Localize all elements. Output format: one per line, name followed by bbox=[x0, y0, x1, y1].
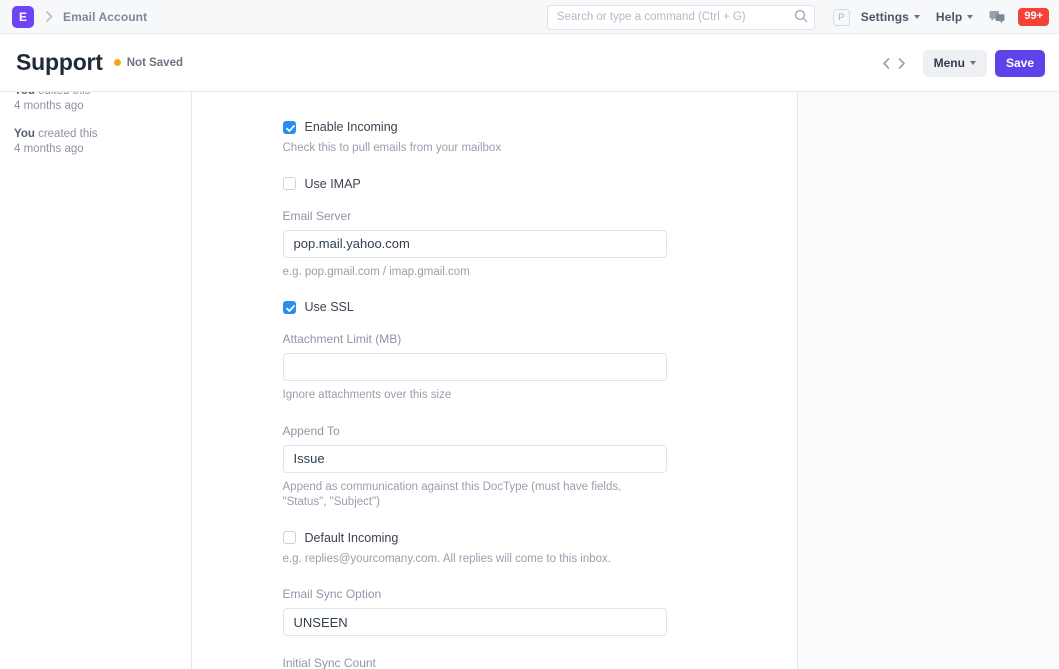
navbar-right-group: P Settings Help 99+ bbox=[546, 0, 1049, 34]
use-ssl-checkbox[interactable] bbox=[282, 300, 296, 314]
timeline-actor: You bbox=[14, 128, 35, 141]
email-server-help: e.g. pop.gmail.com / imap.gmail.com bbox=[282, 265, 470, 278]
field-use-imap: Use IMAP bbox=[282, 177, 667, 191]
help-menu[interactable]: Help bbox=[935, 10, 974, 24]
chat-icon[interactable] bbox=[989, 10, 1005, 25]
timeline-action: created this bbox=[34, 128, 98, 141]
timeline-item: You edited this 4 months ago bbox=[14, 92, 177, 113]
use-imap-checkbox[interactable] bbox=[282, 177, 296, 191]
field-use-ssl: Use SSL bbox=[282, 300, 667, 314]
enable-incoming-checkbox[interactable] bbox=[282, 120, 296, 134]
default-incoming-checkbox[interactable] bbox=[282, 531, 296, 545]
field-email-sync-option: Email Sync Option bbox=[282, 587, 667, 637]
sidebar: You edited this 4 months ago You created… bbox=[0, 92, 192, 669]
page-body: You edited this 4 months ago You created… bbox=[0, 92, 1059, 669]
main-content: Enable Incoming Check this to pull email… bbox=[192, 92, 798, 669]
attachment-limit-input[interactable] bbox=[282, 353, 667, 382]
use-imap-checkbox-row[interactable]: Use IMAP bbox=[282, 177, 667, 191]
use-imap-label[interactable]: Use IMAP bbox=[305, 177, 361, 191]
search-box bbox=[546, 4, 815, 30]
email-sync-option-input[interactable] bbox=[282, 608, 667, 637]
append-to-input[interactable] bbox=[282, 444, 667, 473]
email-account-form: Enable Incoming Check this to pull email… bbox=[282, 92, 667, 669]
notification-badge[interactable]: 99+ bbox=[1018, 8, 1049, 26]
menu-button-label: Menu bbox=[933, 56, 965, 70]
menu-button[interactable]: Menu bbox=[922, 49, 987, 77]
field-enable-incoming: Enable Incoming Check this to pull email… bbox=[282, 120, 667, 157]
help-label: Help bbox=[935, 10, 963, 24]
field-email-server: Email Server e.g. pop.gmail.com / imap.g… bbox=[282, 208, 667, 281]
append-to-label: Append To bbox=[282, 423, 340, 438]
default-incoming-help: e.g. replies@yourcomany.com. All replies… bbox=[282, 552, 611, 565]
save-button[interactable]: Save bbox=[994, 49, 1045, 77]
page-title: Support bbox=[16, 49, 103, 75]
timeline-text: You created this bbox=[14, 127, 177, 142]
initial-sync-count-label: Initial Sync Count bbox=[282, 656, 376, 669]
email-server-input[interactable] bbox=[282, 229, 667, 258]
field-append-to: Append To Append as communication agains… bbox=[282, 423, 667, 511]
enable-incoming-checkbox-row[interactable]: Enable Incoming bbox=[282, 120, 667, 134]
chevron-down-icon bbox=[967, 15, 974, 19]
previous-record-button[interactable] bbox=[879, 57, 894, 70]
timeline-item: You created this 4 months ago bbox=[14, 127, 177, 156]
breadcrumb-email-account[interactable]: Email Account bbox=[63, 10, 147, 24]
field-default-incoming: Default Incoming e.g. replies@yourcomany… bbox=[282, 531, 667, 568]
top-navbar: E Email Account P Settings Help bbox=[0, 0, 1059, 34]
status-badge: Not Saved bbox=[113, 56, 183, 69]
timeline-time: 4 months ago bbox=[14, 143, 84, 156]
email-server-label: Email Server bbox=[282, 208, 352, 223]
email-sync-option-label: Email Sync Option bbox=[282, 587, 382, 602]
field-attachment-limit: Attachment Limit (MB) Ignore attachments… bbox=[282, 332, 667, 404]
right-gutter bbox=[798, 92, 1059, 669]
activity-timeline: You edited this 4 months ago You created… bbox=[14, 92, 177, 157]
timeline-action: edited this bbox=[35, 92, 90, 97]
enable-incoming-label[interactable]: Enable Incoming bbox=[305, 120, 398, 134]
enable-incoming-help: Check this to pull emails from your mail… bbox=[282, 142, 502, 154]
timeline-time: 4 months ago bbox=[14, 99, 84, 112]
attachment-limit-label: Attachment Limit (MB) bbox=[282, 332, 402, 347]
record-navigation bbox=[879, 57, 909, 70]
use-ssl-label[interactable]: Use SSL bbox=[305, 300, 354, 314]
chevron-down-icon bbox=[913, 15, 920, 19]
timeline-actor: You bbox=[14, 92, 35, 97]
search-input[interactable] bbox=[546, 4, 815, 30]
settings-label: Settings bbox=[860, 10, 909, 24]
settings-menu[interactable]: Settings bbox=[861, 10, 920, 24]
page-header: Support Not Saved Menu Save bbox=[0, 34, 1059, 92]
use-ssl-checkbox-row[interactable]: Use SSL bbox=[282, 300, 667, 314]
default-incoming-label[interactable]: Default Incoming bbox=[305, 531, 399, 545]
search-icon[interactable] bbox=[794, 9, 808, 28]
status-dot-icon bbox=[113, 59, 121, 66]
attachment-limit-help: Ignore attachments over this size bbox=[282, 389, 452, 402]
append-to-help: Append as communication against this Doc… bbox=[282, 480, 622, 509]
chevron-down-icon bbox=[969, 61, 976, 65]
status-label: Not Saved bbox=[126, 56, 183, 69]
breadcrumb-separator-icon bbox=[45, 11, 54, 22]
field-initial-sync-count: Initial Sync Count Total number of email… bbox=[283, 656, 667, 669]
page-header-actions: Menu Save bbox=[879, 34, 1045, 92]
timeline-text: You edited this bbox=[14, 92, 177, 99]
avatar[interactable]: P bbox=[832, 8, 850, 26]
next-record-button[interactable] bbox=[894, 57, 909, 70]
app-logo[interactable]: E bbox=[12, 5, 34, 28]
default-incoming-checkbox-row[interactable]: Default Incoming bbox=[282, 531, 667, 545]
